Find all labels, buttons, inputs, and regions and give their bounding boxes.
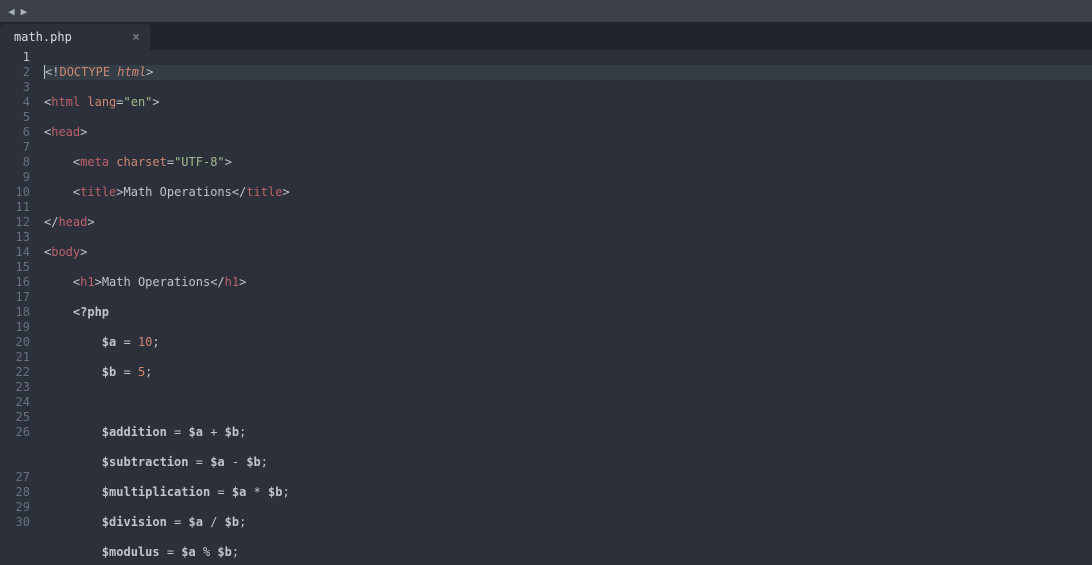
line-number[interactable]: 17 — [10, 290, 30, 305]
nav-forward-icon[interactable]: ▶ — [21, 5, 28, 18]
code-line[interactable]: $b = 5; — [44, 365, 1092, 380]
code-line[interactable] — [44, 395, 1092, 410]
code-line[interactable]: <meta charset="UTF-8"> — [44, 155, 1092, 170]
line-number[interactable]: 13 — [10, 230, 30, 245]
nav-back-icon[interactable]: ◀ — [8, 5, 15, 18]
line-number[interactable]: 9 — [10, 170, 30, 185]
code-line[interactable]: </head> — [44, 215, 1092, 230]
line-number[interactable]: 30 — [10, 515, 30, 530]
line-number-gutter: 1 2 3 4 5 6 7 8 9 10 11 12 13 14 15 16 1… — [0, 50, 38, 565]
code-line[interactable]: $modulus = $a % $b; — [44, 545, 1092, 560]
line-number[interactable]: 15 — [10, 260, 30, 275]
line-number[interactable]: 19 — [10, 320, 30, 335]
code-line[interactable]: <!DOCTYPE html> — [44, 65, 1092, 80]
line-number[interactable]: 28 — [10, 485, 30, 500]
line-number[interactable]: 7 — [10, 140, 30, 155]
tab-bar: math.php × — [0, 22, 1092, 50]
line-number[interactable]: 21 — [10, 350, 30, 365]
nav-arrows: ◀ ▶ — [8, 5, 27, 18]
line-number[interactable]: 14 — [10, 245, 30, 260]
code-line[interactable]: $subtraction = $a - $b; — [44, 455, 1092, 470]
tab-mathphp[interactable]: math.php × — [0, 24, 150, 50]
code-line[interactable]: <body> — [44, 245, 1092, 260]
editor: 1 2 3 4 5 6 7 8 9 10 11 12 13 14 15 16 1… — [0, 50, 1092, 565]
line-number[interactable]: 22 — [10, 365, 30, 380]
code-line[interactable]: $division = $a / $b; — [44, 515, 1092, 530]
line-number[interactable]: 3 — [10, 80, 30, 95]
line-number[interactable]: 10 — [10, 185, 30, 200]
code-line[interactable]: $addition = $a + $b; — [44, 425, 1092, 440]
code-line[interactable]: <?php — [44, 305, 1092, 320]
code-line[interactable]: <title>Math Operations</title> — [44, 185, 1092, 200]
line-number[interactable]: 27 — [10, 470, 30, 485]
line-number[interactable]: 12 — [10, 215, 30, 230]
line-number[interactable]: 20 — [10, 335, 30, 350]
line-number[interactable]: 11 — [10, 200, 30, 215]
line-number[interactable]: 24 — [10, 395, 30, 410]
line-number[interactable]: 2 — [10, 65, 30, 80]
code-line[interactable]: <h1>Math Operations</h1> — [44, 275, 1092, 290]
code-area[interactable]: <!DOCTYPE html> <html lang="en"> <head> … — [38, 50, 1092, 565]
line-number[interactable]: 6 — [10, 125, 30, 140]
line-number[interactable]: 4 — [10, 95, 30, 110]
line-number[interactable]: 23 — [10, 380, 30, 395]
line-number[interactable]: 16 — [10, 275, 30, 290]
line-number[interactable]: 29 — [10, 500, 30, 515]
code-line[interactable]: $multiplication = $a * $b; — [44, 485, 1092, 500]
code-line[interactable]: <html lang="en"> — [44, 95, 1092, 110]
titlebar: ◀ ▶ — [0, 0, 1092, 22]
line-number[interactable]: 26 — [10, 425, 30, 470]
close-icon[interactable]: × — [132, 30, 140, 45]
line-number[interactable]: 25 — [10, 410, 30, 425]
code-line[interactable]: <head> — [44, 125, 1092, 140]
line-number[interactable]: 5 — [10, 110, 30, 125]
line-number[interactable]: 1 — [10, 50, 30, 65]
line-number[interactable]: 18 — [10, 305, 30, 320]
tab-label: math.php — [14, 30, 72, 44]
line-number[interactable]: 8 — [10, 155, 30, 170]
code-line[interactable]: $a = 10; — [44, 335, 1092, 350]
